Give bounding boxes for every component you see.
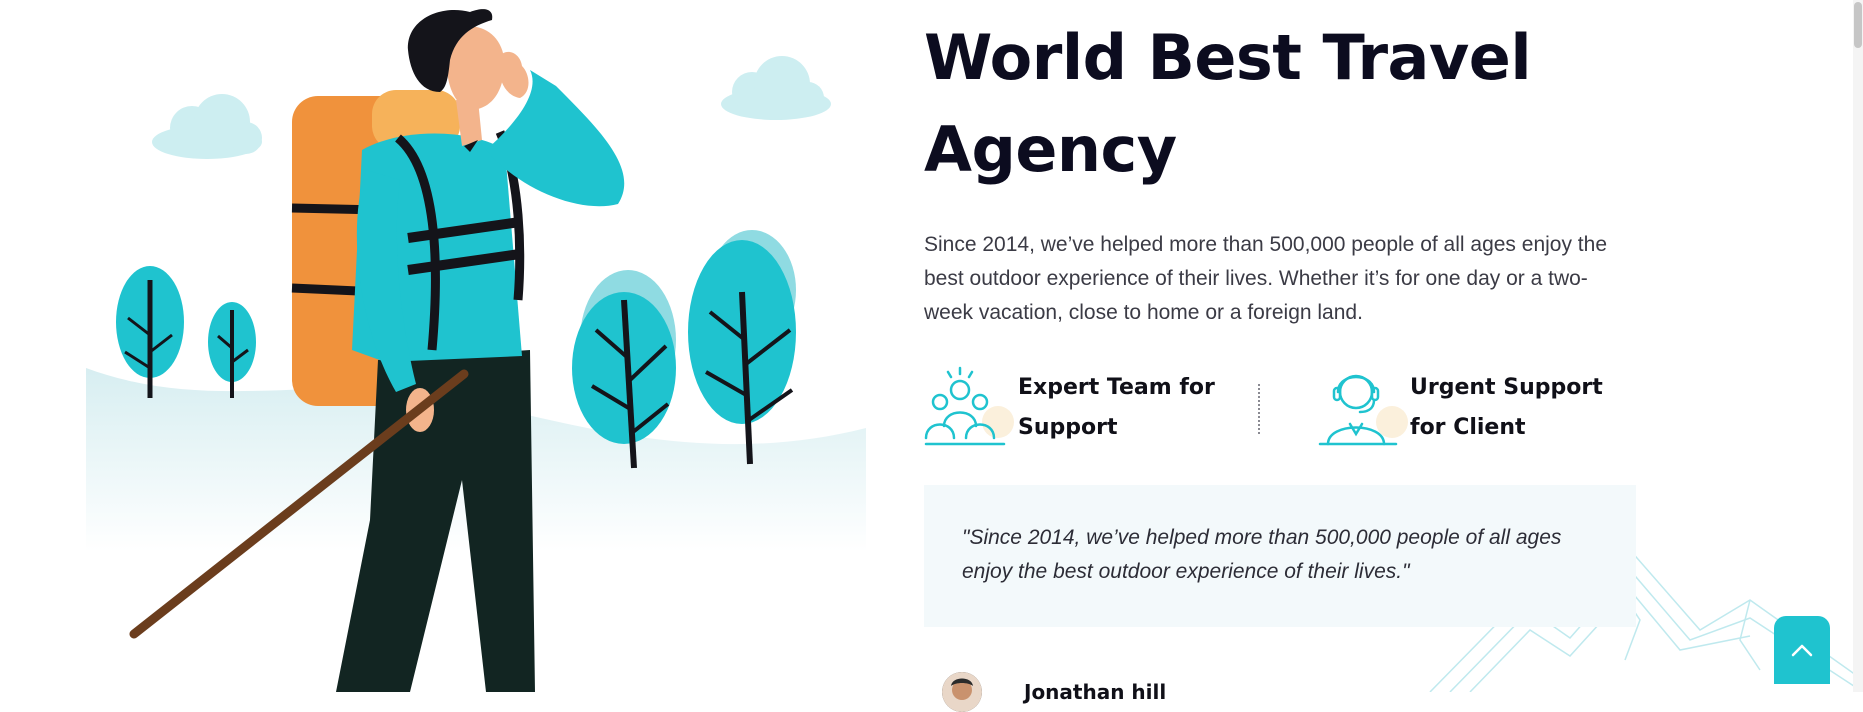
feature-expert-team: Expert Team for Support: [924, 364, 1238, 454]
scroll-to-top-button[interactable]: [1774, 616, 1830, 684]
quote-text: "Since 2014, we’ve helped more than 500,…: [962, 526, 1562, 583]
feature-urgent-support: Urgent Support for Client: [1316, 364, 1630, 454]
page-title: World Best Travel Agency: [924, 21, 1532, 186]
avatar: [942, 672, 982, 712]
feature-label: Expert Team for Support: [1018, 375, 1215, 440]
tree: [208, 302, 256, 398]
team-icon: [924, 366, 1014, 446]
scrollbar[interactable]: [1853, 0, 1863, 692]
author-name: Jonathan hill: [1024, 680, 1167, 704]
cloud: [152, 94, 262, 159]
avatar-image: [942, 672, 982, 712]
hiker-illustration: [86, 9, 866, 692]
testimonial-quote: "Since 2014, we’ve helped more than 500,…: [924, 485, 1636, 627]
chevron-up-icon: [1791, 644, 1813, 657]
cloud: [721, 56, 831, 120]
feature-label: Urgent Support for Client: [1410, 375, 1603, 440]
tree: [116, 266, 184, 398]
tree: [688, 230, 796, 465]
about-section: World Best Travel Agency Since 2014, we’…: [924, 0, 1644, 712]
support-agent-icon: [1318, 374, 1408, 446]
about-description: Since 2014, we’ve helped more than 500,0…: [924, 233, 1607, 324]
scrollbar-thumb[interactable]: [1854, 2, 1862, 48]
divider: [1258, 384, 1260, 434]
